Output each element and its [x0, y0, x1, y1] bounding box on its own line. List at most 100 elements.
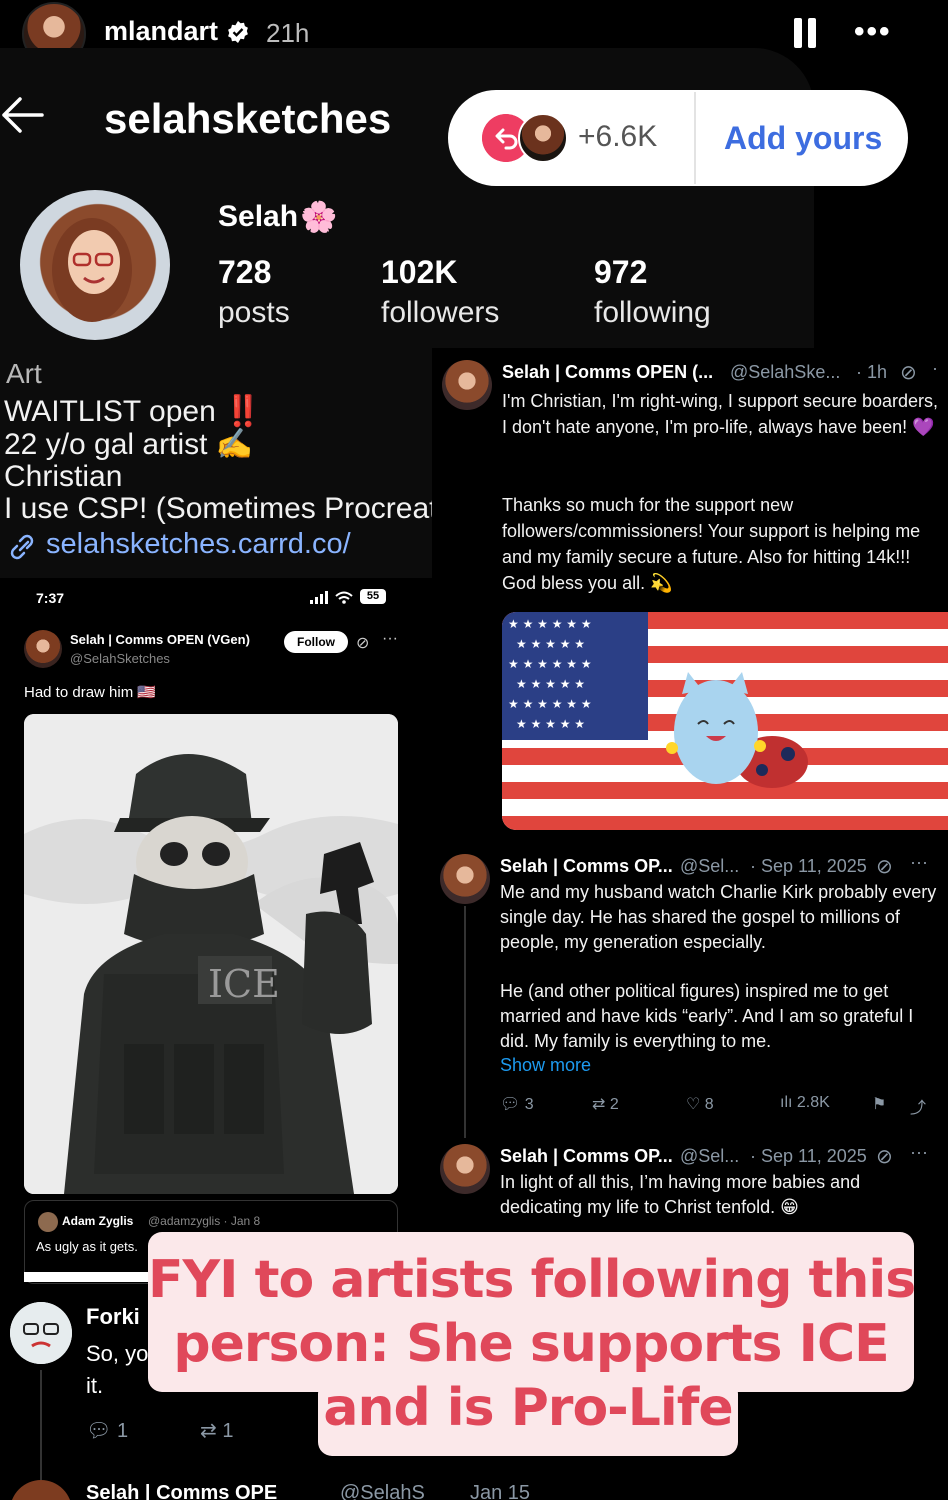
share-icon[interactable]: ⤴ — [910, 1094, 926, 1118]
reply-count: 1 — [116, 1420, 129, 1442]
tweet-text: In light of all this, I’m having more ba… — [500, 1172, 861, 1217]
add-yours-avatar — [518, 113, 568, 163]
retweet-count: 2 — [609, 1096, 619, 1113]
tweet-author-avatar[interactable] — [440, 854, 490, 904]
svg-text:★ ★ ★ ★ ★ ★: ★ ★ ★ ★ ★ ★ — [508, 657, 592, 671]
tweet-author-name[interactable]: Selah | Comms OP... — [500, 1146, 673, 1167]
retweet-icon: ⇄ — [592, 1096, 606, 1113]
caption-line: and is Pro-Life — [323, 1378, 733, 1438]
posts-label: posts — [218, 296, 290, 329]
quoted-text: As ugly as it gets. — [36, 1239, 138, 1254]
tweet-author-avatar[interactable] — [442, 360, 492, 410]
post-author-avatar[interactable] — [24, 630, 62, 668]
follow-button[interactable]: Follow — [284, 631, 348, 653]
grok-icon[interactable]: ⊘ — [356, 633, 369, 653]
followers-label: followers — [381, 296, 500, 329]
signal-wifi-icon — [310, 591, 353, 604]
tweet-text: Thanks so much for the support new follo… — [502, 495, 921, 593]
followers-count[interactable]: 102K — [381, 254, 458, 291]
tweet-more-icon[interactable]: · — [932, 358, 938, 379]
grok-icon[interactable]: ⊘ — [876, 854, 893, 879]
quoted-author-name: Adam Zyglis — [62, 1214, 134, 1228]
tweet-date: · 1h — [856, 362, 888, 382]
tweet-author-handle: @SelahSke... — [730, 362, 841, 382]
reply-text-line: it. — [86, 1373, 104, 1398]
tweet-image[interactable]: ★ ★ ★ ★ ★ ★ ★ ★ ★ ★ ★ ★ ★ ★ ★ ★ ★ ★ ★ ★ ★ … — [502, 612, 948, 830]
battery-icon: 55 — [360, 589, 386, 604]
back-arrow-icon[interactable] — [0, 95, 46, 135]
views-count: 2.8K — [796, 1094, 830, 1111]
like-button[interactable]: ♡ 8 — [686, 1094, 714, 1114]
svg-text:★ ★ ★ ★ ★: ★ ★ ★ ★ ★ — [516, 637, 585, 651]
reply-icon: 💬︎ — [86, 1420, 112, 1442]
tweet-more-icon[interactable]: ··· — [910, 852, 928, 873]
bookmark-icon[interactable]: ⚑ — [872, 1094, 886, 1114]
ice-agent-drawing: ICE — [24, 714, 398, 1194]
pause-icon[interactable] — [794, 18, 816, 48]
avatar-illustration — [52, 218, 132, 322]
reply-text: So, yo it. — [86, 1338, 148, 1402]
story-username[interactable]: mlandart — [104, 16, 218, 47]
svg-text:★ ★ ★ ★ ★: ★ ★ ★ ★ ★ — [516, 677, 585, 691]
retweet-button[interactable]: ⇄ 2 — [592, 1094, 619, 1114]
retweet-count: 1 — [222, 1420, 234, 1442]
tweet-date: · Sep 11, 2025 — [750, 856, 867, 876]
post-text: Had to draw him 🇺🇸 — [24, 684, 157, 701]
heart-icon: ♡ — [686, 1096, 701, 1113]
tweet-date: · Sep 11, 2025 — [750, 1146, 867, 1166]
reply-author-avatar[interactable] — [10, 1302, 72, 1364]
views-icon: ılı — [780, 1094, 793, 1111]
grok-icon[interactable]: ⊘ — [876, 1144, 893, 1169]
tweet-author-handle: @Sel... — [680, 856, 740, 876]
profile-name-emoji: 🌸 — [300, 201, 338, 234]
more-options-icon[interactable]: ••• — [854, 17, 892, 47]
caption-line: person: She supports ICE — [173, 1314, 889, 1374]
next-post-name[interactable]: Selah | Comms OPE — [86, 1482, 277, 1500]
quoted-author-meta: @adamzyglis · Jan 8 — [148, 1214, 261, 1228]
bio-link[interactable]: selahsketches.carrd.co/ — [46, 528, 351, 561]
art-ice-text: ICE — [208, 962, 280, 1006]
post-artwork[interactable]: ICE — [24, 714, 398, 1194]
svg-text:★ ★ ★ ★ ★ ★: ★ ★ ★ ★ ★ ★ — [508, 617, 592, 631]
avatar-illustration — [10, 1302, 72, 1364]
thread-line — [40, 1370, 42, 1480]
reply-icon: 💬︎ — [500, 1096, 521, 1113]
like-count: 8 — [704, 1096, 714, 1113]
tweet-author-name[interactable]: Selah | Comms OPEN (... — [502, 362, 713, 383]
phone-clock: 7:37 — [36, 590, 65, 606]
reply-author-name[interactable]: Forki — [86, 1304, 140, 1330]
next-post-handle: @SelahS — [340, 1482, 425, 1500]
add-yours-button[interactable]: Add yours — [724, 120, 882, 157]
profile-avatar[interactable] — [20, 190, 170, 340]
reply-button[interactable]: 💬︎ 3 — [500, 1094, 534, 1114]
bio-line: WAITLIST open ‼️ — [4, 395, 262, 428]
bio-line: Christian — [4, 460, 123, 493]
next-post-avatar[interactable] — [10, 1480, 72, 1500]
views-button[interactable]: ılı 2.8K — [780, 1094, 830, 1112]
svg-text:★ ★ ★ ★ ★ ★: ★ ★ ★ ★ ★ ★ — [508, 697, 592, 711]
add-yours-count: +6.6K — [578, 120, 658, 153]
grok-icon[interactable]: ⊘ — [900, 360, 917, 385]
verified-badge-icon — [228, 21, 248, 43]
profile-handle: selahsketches — [104, 95, 392, 142]
tweet-text: He (and other political figures) inspire… — [500, 981, 914, 1051]
posts-count[interactable]: 728 — [218, 254, 271, 291]
caption-line: FYI to artists following this — [148, 1250, 916, 1310]
following-count[interactable]: 972 — [594, 254, 647, 291]
tweet-author-handle: @Sel... — [680, 1146, 740, 1166]
bio-category: Art — [6, 358, 42, 389]
post-more-icon[interactable]: ··· — [382, 630, 398, 648]
tweet-more-icon[interactable]: ··· — [910, 1142, 928, 1163]
story-timestamp: 21h — [266, 18, 310, 48]
post-author-name[interactable]: Selah | Comms OPEN (VGen) — [70, 632, 250, 647]
bio-line: I use CSP! (Sometimes Procreate — [4, 492, 432, 525]
tweet-author-name[interactable]: Selah | Comms OP... — [500, 856, 673, 877]
reply-count-button[interactable]: 💬︎ 1 — [86, 1418, 128, 1443]
add-yours-divider — [694, 92, 696, 184]
tweet-author-avatar[interactable] — [440, 1144, 490, 1194]
show-more-link[interactable]: Show more — [500, 1055, 591, 1076]
retweet-count-button[interactable]: ⇄ 1 — [200, 1418, 233, 1443]
reply-text-line: So, yo — [86, 1341, 149, 1366]
post-author-handle: @SelahSketches — [70, 651, 170, 666]
quoted-author-avatar — [38, 1212, 58, 1232]
